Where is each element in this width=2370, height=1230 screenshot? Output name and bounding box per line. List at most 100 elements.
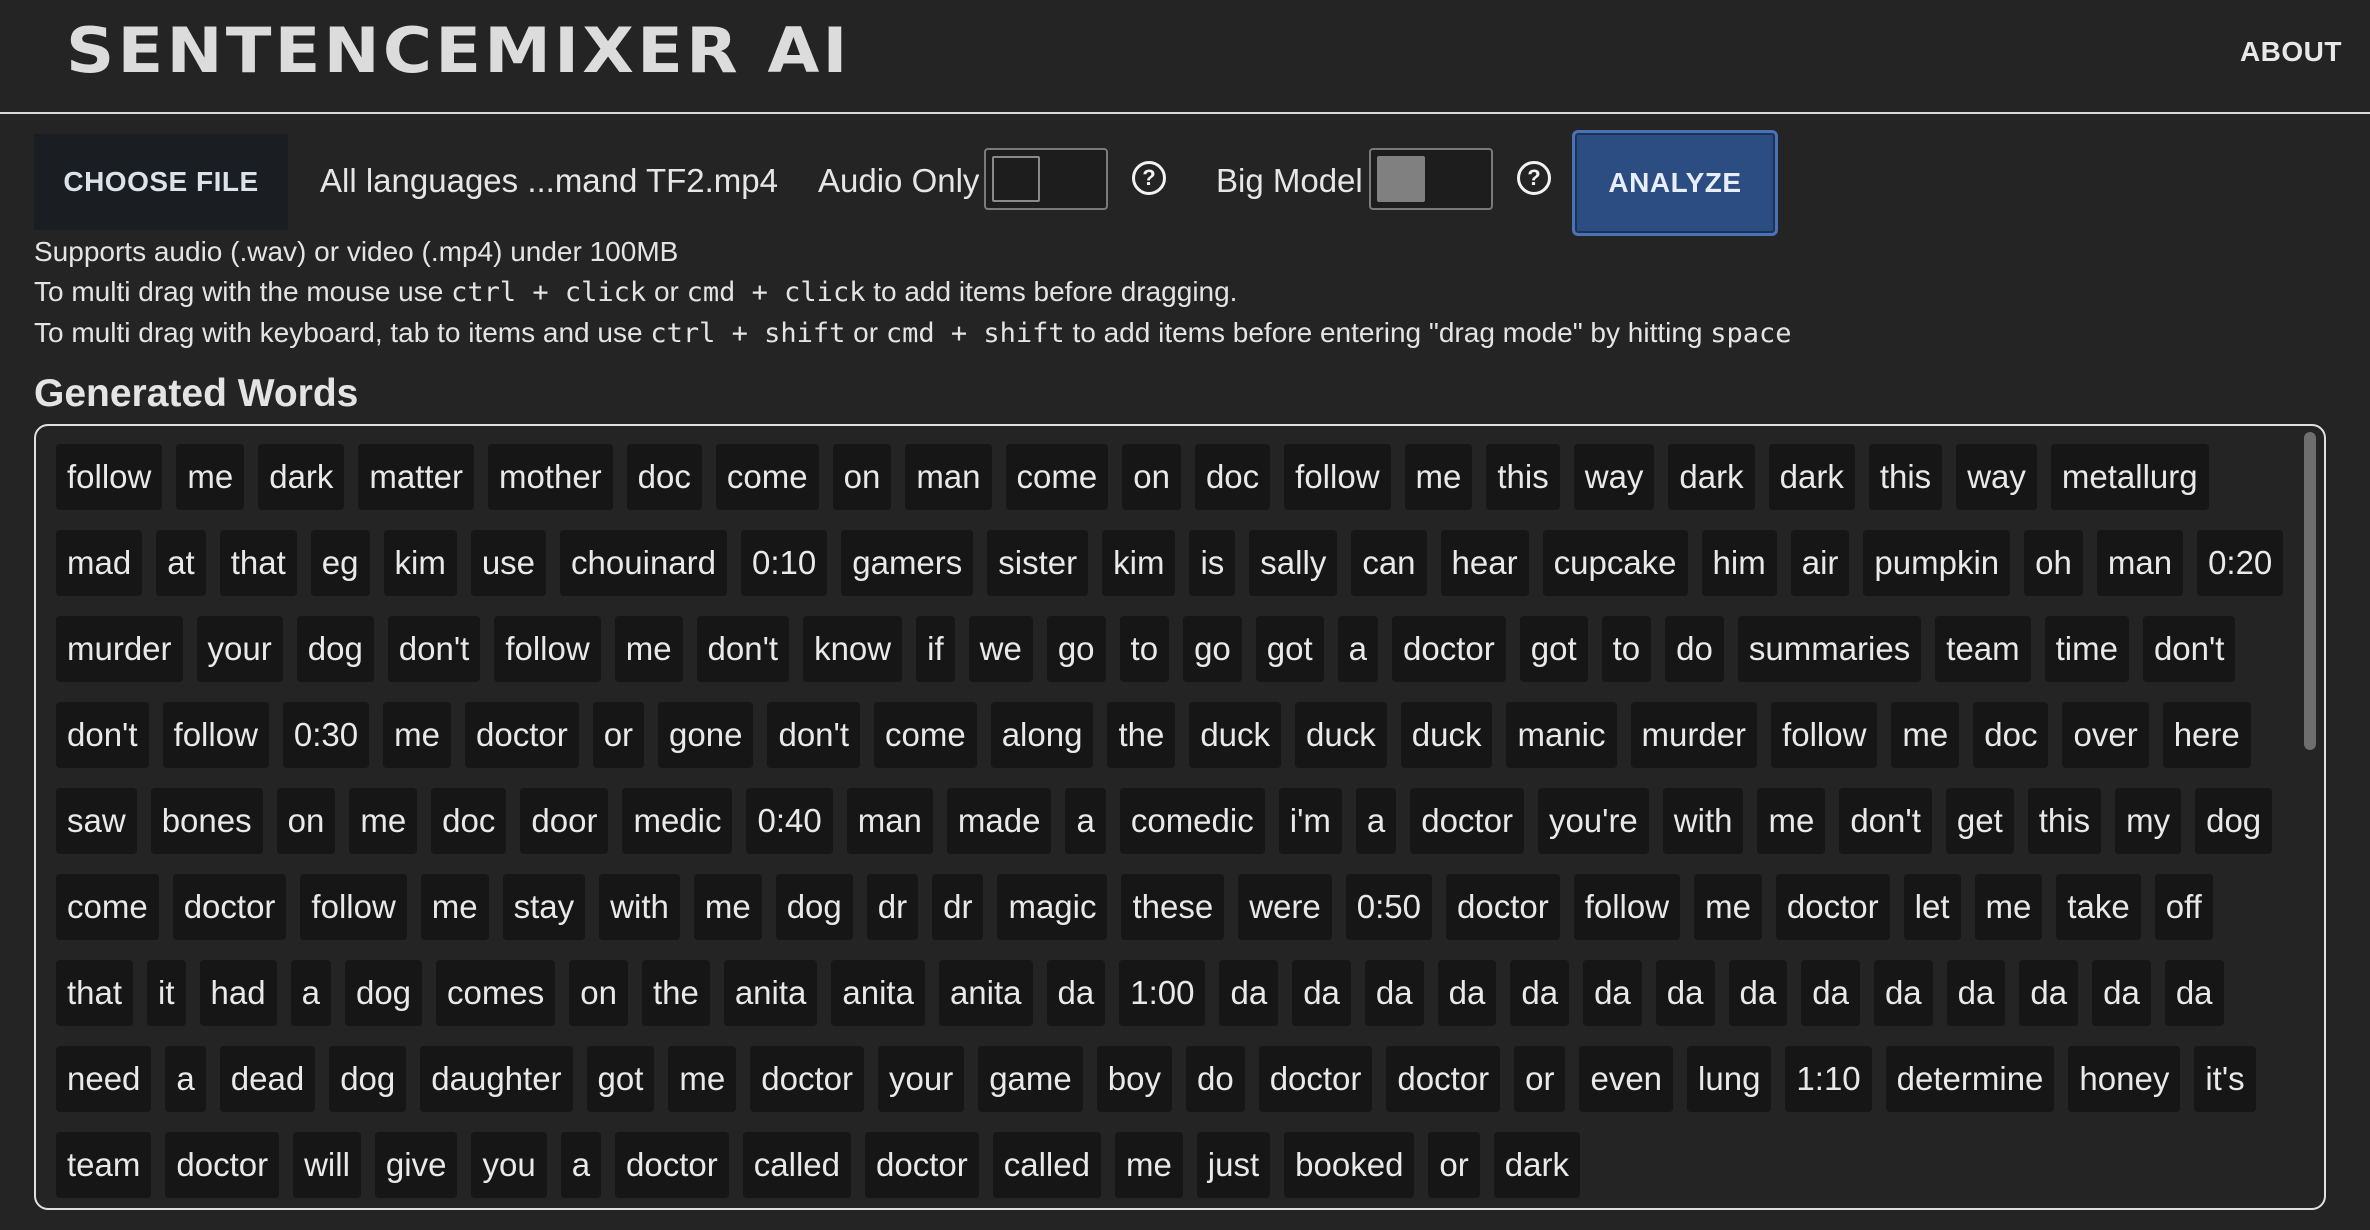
word-chip[interactable]: da	[1437, 960, 1497, 1026]
word-chip[interactable]: got	[586, 1046, 655, 1112]
scrollbar[interactable]	[2298, 432, 2320, 1202]
scrollbar-thumb[interactable]	[2304, 432, 2316, 750]
word-chip[interactable]: it's	[2194, 1046, 2256, 1112]
word-chip[interactable]: da	[1219, 960, 1279, 1026]
word-chip[interactable]: follow	[300, 874, 407, 940]
word-chip[interactable]: da	[2164, 960, 2224, 1026]
word-chip[interactable]: got	[1519, 616, 1588, 682]
word-chip[interactable]: these	[1121, 874, 1225, 940]
audio-only-toggle[interactable]	[984, 148, 1108, 210]
word-chip[interactable]: da	[1655, 960, 1715, 1026]
word-chip[interactable]: at	[156, 530, 206, 596]
word-chip[interactable]: cupcake	[1542, 530, 1688, 596]
word-chip[interactable]: duck	[1295, 702, 1387, 768]
word-chip[interactable]: dark	[258, 444, 345, 510]
word-chip[interactable]: lung	[1687, 1046, 1772, 1112]
word-chip[interactable]: metallurg	[2050, 444, 2209, 510]
word-chip[interactable]: da	[1801, 960, 1860, 1026]
word-chip[interactable]: da	[1292, 960, 1351, 1026]
word-chip[interactable]: comedic	[1119, 788, 1265, 854]
word-chip[interactable]: your	[877, 1046, 965, 1112]
word-chip[interactable]: team	[1935, 616, 2031, 682]
big-model-help-icon[interactable]: ?	[1517, 161, 1551, 195]
word-chip[interactable]: honey	[2068, 1046, 2181, 1112]
word-chip[interactable]: anita	[723, 960, 818, 1026]
word-chip[interactable]: that	[56, 960, 134, 1026]
word-chip[interactable]: anita	[831, 960, 925, 1026]
word-chip[interactable]: a	[1337, 616, 1379, 682]
word-chip[interactable]: gone	[658, 702, 754, 768]
word-chip[interactable]: 0:30	[282, 702, 370, 768]
word-chip[interactable]: dog	[2195, 788, 2273, 854]
word-chip[interactable]: hear	[1440, 530, 1529, 596]
word-chip[interactable]: sally	[1249, 530, 1338, 596]
word-chip[interactable]: determine	[1885, 1046, 2055, 1112]
word-chip[interactable]: saw	[56, 788, 137, 854]
word-chip[interactable]: bones	[150, 788, 263, 854]
word-chip[interactable]: will	[293, 1132, 361, 1198]
word-chip[interactable]: sister	[987, 530, 1089, 596]
word-chip[interactable]: don't	[696, 616, 790, 682]
word-chip[interactable]: doctor	[865, 1132, 979, 1198]
word-chip[interactable]: doctor	[1410, 788, 1524, 854]
word-chip[interactable]: doctor	[1386, 1046, 1501, 1112]
word-chip[interactable]: da	[1728, 960, 1788, 1026]
word-chip[interactable]: off	[2154, 874, 2213, 940]
choose-file-button[interactable]: CHOOSE FILE	[34, 134, 288, 230]
word-chip[interactable]: me	[383, 702, 451, 768]
word-chip[interactable]: da	[1046, 960, 1106, 1026]
word-chip[interactable]: you're	[1537, 788, 1649, 854]
word-chip[interactable]: take	[2056, 874, 2141, 940]
word-chip[interactable]: with	[599, 874, 680, 940]
word-chip[interactable]: kim	[383, 530, 457, 596]
word-chip[interactable]: that	[219, 530, 297, 596]
word-chip[interactable]: on	[276, 788, 336, 854]
word-chip[interactable]: murder	[56, 616, 183, 682]
word-chip[interactable]: stay	[502, 874, 586, 940]
word-chip[interactable]: doc	[1973, 702, 2049, 768]
word-chip[interactable]: me	[1757, 788, 1826, 854]
word-chip[interactable]: 0:20	[2197, 530, 2284, 596]
word-chip[interactable]: dr	[932, 874, 984, 940]
word-chip[interactable]: called	[992, 1132, 1101, 1198]
word-chip[interactable]: man	[905, 444, 992, 510]
word-chip[interactable]: with	[1662, 788, 1744, 854]
word-chip[interactable]: me	[176, 444, 245, 510]
word-chip[interactable]: the	[641, 960, 710, 1026]
word-chip[interactable]: team	[56, 1132, 152, 1198]
word-chip[interactable]: booked	[1284, 1132, 1415, 1198]
word-chip[interactable]: come	[715, 444, 819, 510]
word-chip[interactable]: do	[1185, 1046, 1245, 1112]
word-chip[interactable]: dark	[1668, 444, 1755, 510]
word-chip[interactable]: i'm	[1278, 788, 1342, 854]
word-chip[interactable]: can	[1351, 530, 1427, 596]
word-chip[interactable]: 0:40	[746, 788, 833, 854]
word-chip[interactable]: on	[1122, 444, 1181, 510]
word-chip[interactable]: go	[1183, 616, 1242, 682]
word-chip[interactable]: doctor	[750, 1046, 864, 1112]
word-chip[interactable]: come	[56, 874, 159, 940]
word-chip[interactable]: this	[2027, 788, 2102, 854]
word-chip[interactable]: doctor	[1392, 616, 1506, 682]
word-chip[interactable]: get	[1945, 788, 2014, 854]
word-chip[interactable]: doctor	[1775, 874, 1890, 940]
big-model-toggle[interactable]	[1369, 148, 1493, 210]
word-chip[interactable]: me	[1114, 1132, 1183, 1198]
word-chip[interactable]: follow	[162, 702, 269, 768]
word-chip[interactable]: doc	[626, 444, 702, 510]
word-chip[interactable]: man	[2096, 530, 2184, 596]
word-chip[interactable]: here	[2162, 702, 2251, 768]
word-chip[interactable]: go	[1046, 616, 1106, 682]
word-chip[interactable]: mad	[56, 530, 143, 596]
word-chip[interactable]: way	[1956, 444, 2037, 510]
word-chip[interactable]: let	[1903, 874, 1961, 940]
word-chip[interactable]: manic	[1506, 702, 1617, 768]
word-chip[interactable]: air	[1790, 530, 1850, 596]
word-chip[interactable]: doctor	[1445, 874, 1560, 940]
word-chip[interactable]: need	[56, 1046, 152, 1112]
word-chip[interactable]: a	[165, 1046, 206, 1112]
word-chip[interactable]: boy	[1096, 1046, 1172, 1112]
word-chip[interactable]: dog	[329, 1046, 407, 1112]
word-chip[interactable]: on	[832, 444, 892, 510]
word-chip[interactable]: don't	[2142, 616, 2236, 682]
